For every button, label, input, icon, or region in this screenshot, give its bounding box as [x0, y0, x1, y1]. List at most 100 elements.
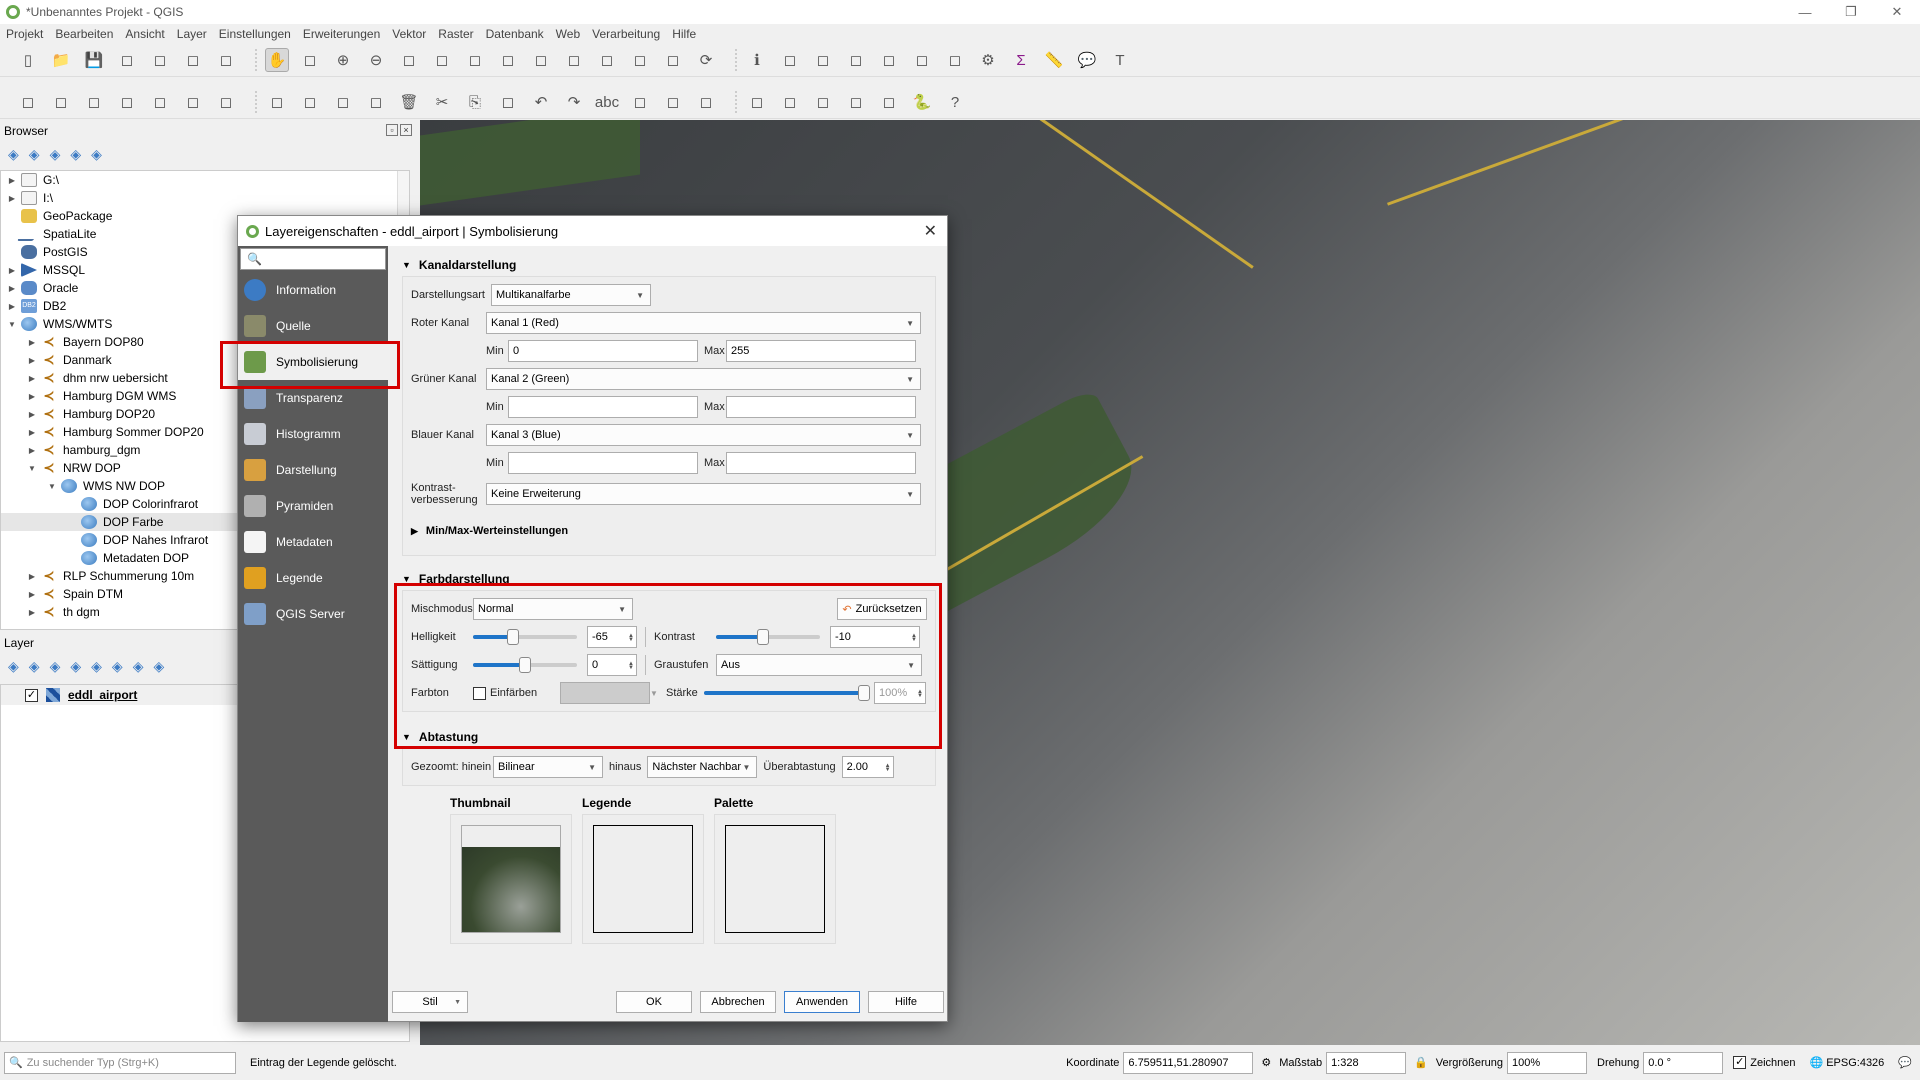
dialog-close-button[interactable]: ✕: [924, 221, 937, 241]
menu-bearbeiten[interactable]: Bearbeiten: [55, 27, 113, 41]
zoom-to-selection-icon[interactable]: ◻: [463, 48, 487, 72]
copy-icon[interactable]: ⎘: [463, 90, 487, 114]
layer-visibility-checkbox[interactable]: ✓: [25, 688, 38, 702]
statistics-icon[interactable]: ◻: [943, 48, 967, 72]
text-annotation-icon[interactable]: T: [1108, 48, 1132, 72]
expand-all-icon[interactable]: ◈: [112, 658, 123, 675]
minmax-settings-toggle[interactable]: ▶ Min/Max-Werteinstellungen: [411, 511, 927, 551]
menu-ansicht[interactable]: Ansicht: [125, 27, 164, 41]
toggle-editing-icon[interactable]: ◻: [214, 90, 238, 114]
open-project-icon[interactable]: 📁: [49, 48, 73, 72]
refresh-icon[interactable]: ⟳: [694, 48, 718, 72]
locator-search-input[interactable]: 🔍 Zu suchender Typ (Strg+K): [4, 1051, 236, 1074]
save-edits-icon[interactable]: ◻: [265, 90, 289, 114]
zoom-last-icon[interactable]: ◻: [529, 48, 553, 72]
save-project-icon[interactable]: 💾: [82, 48, 106, 72]
zoom-in-icon[interactable]: ⊕: [331, 48, 355, 72]
style-manager-icon[interactable]: ◻: [214, 48, 238, 72]
layout-manager-icon[interactable]: ◻: [181, 48, 205, 72]
digitize-icon[interactable]: ◻: [298, 90, 322, 114]
new-bookmark-icon[interactable]: ◻: [628, 48, 652, 72]
menu-raster[interactable]: Raster: [438, 27, 473, 41]
green-min-input[interactable]: [508, 396, 698, 418]
map-tips-icon[interactable]: 💬: [1075, 48, 1099, 72]
ok-button[interactable]: OK: [616, 991, 692, 1013]
menu-hilfe[interactable]: Hilfe: [672, 27, 696, 41]
zoom-native-icon[interactable]: ◻: [397, 48, 421, 72]
cut-icon[interactable]: ✂: [430, 90, 454, 114]
current-edits-icon[interactable]: ◻: [181, 90, 205, 114]
menu-einstellungen[interactable]: Einstellungen: [219, 27, 291, 41]
menu-datenbank[interactable]: Datenbank: [486, 27, 544, 41]
expand-arrow-icon[interactable]: ▼: [47, 482, 57, 491]
blue-band-select[interactable]: Kanal 3 (Blue): [486, 424, 921, 446]
browser-item[interactable]: ▶ I:\: [1, 189, 409, 207]
menu-vektor[interactable]: Vektor: [392, 27, 426, 41]
expand-arrow-icon[interactable]: ▶: [27, 410, 37, 419]
nav-item-pyramiden[interactable]: Pyramiden: [238, 488, 388, 524]
nav-item-metadaten[interactable]: Metadaten: [238, 524, 388, 560]
close-panel-button[interactable]: ×: [400, 124, 412, 136]
nav-item-qgis-server[interactable]: QGIS Server: [238, 596, 388, 632]
zoomed-in-select[interactable]: Bilinear: [493, 756, 603, 778]
filter-legend-icon[interactable]: ◈: [70, 658, 81, 675]
rotation-spinbox[interactable]: 0.0 °: [1643, 1051, 1724, 1074]
menu-layer[interactable]: Layer: [177, 27, 207, 41]
move-label-icon[interactable]: ◻: [778, 90, 802, 114]
nav-search-input[interactable]: 🔍: [240, 248, 386, 270]
nav-item-legende[interactable]: Legende: [238, 560, 388, 596]
save-as-icon[interactable]: ◻: [115, 48, 139, 72]
expand-arrow-icon[interactable]: ▶: [27, 338, 37, 347]
expand-arrow-icon[interactable]: ▶: [27, 374, 37, 383]
toggle-extents-icon[interactable]: ⚙: [1261, 1056, 1271, 1069]
change-label-icon[interactable]: ◻: [844, 90, 868, 114]
show-bookmarks-icon[interactable]: ◻: [661, 48, 685, 72]
sum-icon[interactable]: Σ: [1009, 48, 1033, 72]
data-source-manager-icon[interactable]: ◻: [16, 90, 40, 114]
expand-arrow-icon[interactable]: ▶: [27, 446, 37, 455]
python-icon[interactable]: 🐍: [910, 90, 934, 114]
help-icon[interactable]: ?: [943, 90, 967, 114]
collapse-all-icon[interactable]: ◈: [70, 146, 81, 163]
collapse-all-icon[interactable]: ◈: [133, 658, 144, 675]
expand-arrow-icon[interactable]: ▶: [7, 176, 17, 185]
pin-labels-icon[interactable]: ◻: [661, 90, 685, 114]
magnifier-spinbox[interactable]: 100%: [1507, 1051, 1588, 1074]
expand-arrow-icon[interactable]: ▶: [27, 608, 37, 617]
add-selected-icon[interactable]: ◈: [8, 146, 19, 163]
nav-item-quelle[interactable]: Quelle: [238, 308, 388, 344]
red-band-select[interactable]: Kanal 1 (Red): [486, 312, 921, 334]
crs-button[interactable]: EPSG:4326: [1826, 1057, 1884, 1069]
properties-icon[interactable]: ◈: [91, 146, 102, 163]
processing-toolbox-icon[interactable]: ⚙: [976, 48, 1000, 72]
oversampling-spinbox[interactable]: 2.00: [841, 756, 894, 778]
crs-icon[interactable]: 🌐: [1810, 1056, 1824, 1069]
band-rendering-header[interactable]: ▼ Kanaldarstellung: [390, 254, 946, 276]
new-geopackage-icon[interactable]: ◻: [49, 90, 73, 114]
blue-min-input[interactable]: [508, 452, 698, 474]
contrast-enhancement-select[interactable]: Keine Erweiterung: [486, 483, 921, 505]
expand-arrow-icon[interactable]: ▶: [7, 284, 17, 293]
rotate-label-icon[interactable]: ◻: [811, 90, 835, 114]
expand-arrow-icon[interactable]: ▶: [7, 194, 17, 203]
nav-item-information[interactable]: Information: [238, 272, 388, 308]
menu-web[interactable]: Web: [556, 27, 580, 41]
zoom-out-icon[interactable]: ⊖: [364, 48, 388, 72]
green-max-input[interactable]: [726, 396, 916, 418]
minimize-button[interactable]: —: [1782, 0, 1828, 24]
filter-icon[interactable]: ◈: [50, 146, 61, 163]
style-button[interactable]: Stil ▼: [392, 991, 468, 1013]
metasearch-icon[interactable]: ◻: [877, 90, 901, 114]
undo-icon[interactable]: ↶: [529, 90, 553, 114]
expand-arrow-icon[interactable]: ▶: [27, 428, 37, 437]
redo-icon[interactable]: ↷: [562, 90, 586, 114]
expand-arrow-icon[interactable]: ▶: [27, 590, 37, 599]
new-print-layout-icon[interactable]: ◻: [148, 48, 172, 72]
expand-arrow-icon[interactable]: ▼: [7, 320, 17, 329]
render-checkbox[interactable]: ✓: [1733, 1056, 1747, 1069]
filter-expression-icon[interactable]: ◈: [91, 658, 102, 675]
new-spatialite-icon[interactable]: ◻: [115, 90, 139, 114]
new-shapefile-icon[interactable]: ◻: [82, 90, 106, 114]
red-min-input[interactable]: 0: [508, 340, 698, 362]
open-attribute-table-icon[interactable]: ◻: [877, 48, 901, 72]
